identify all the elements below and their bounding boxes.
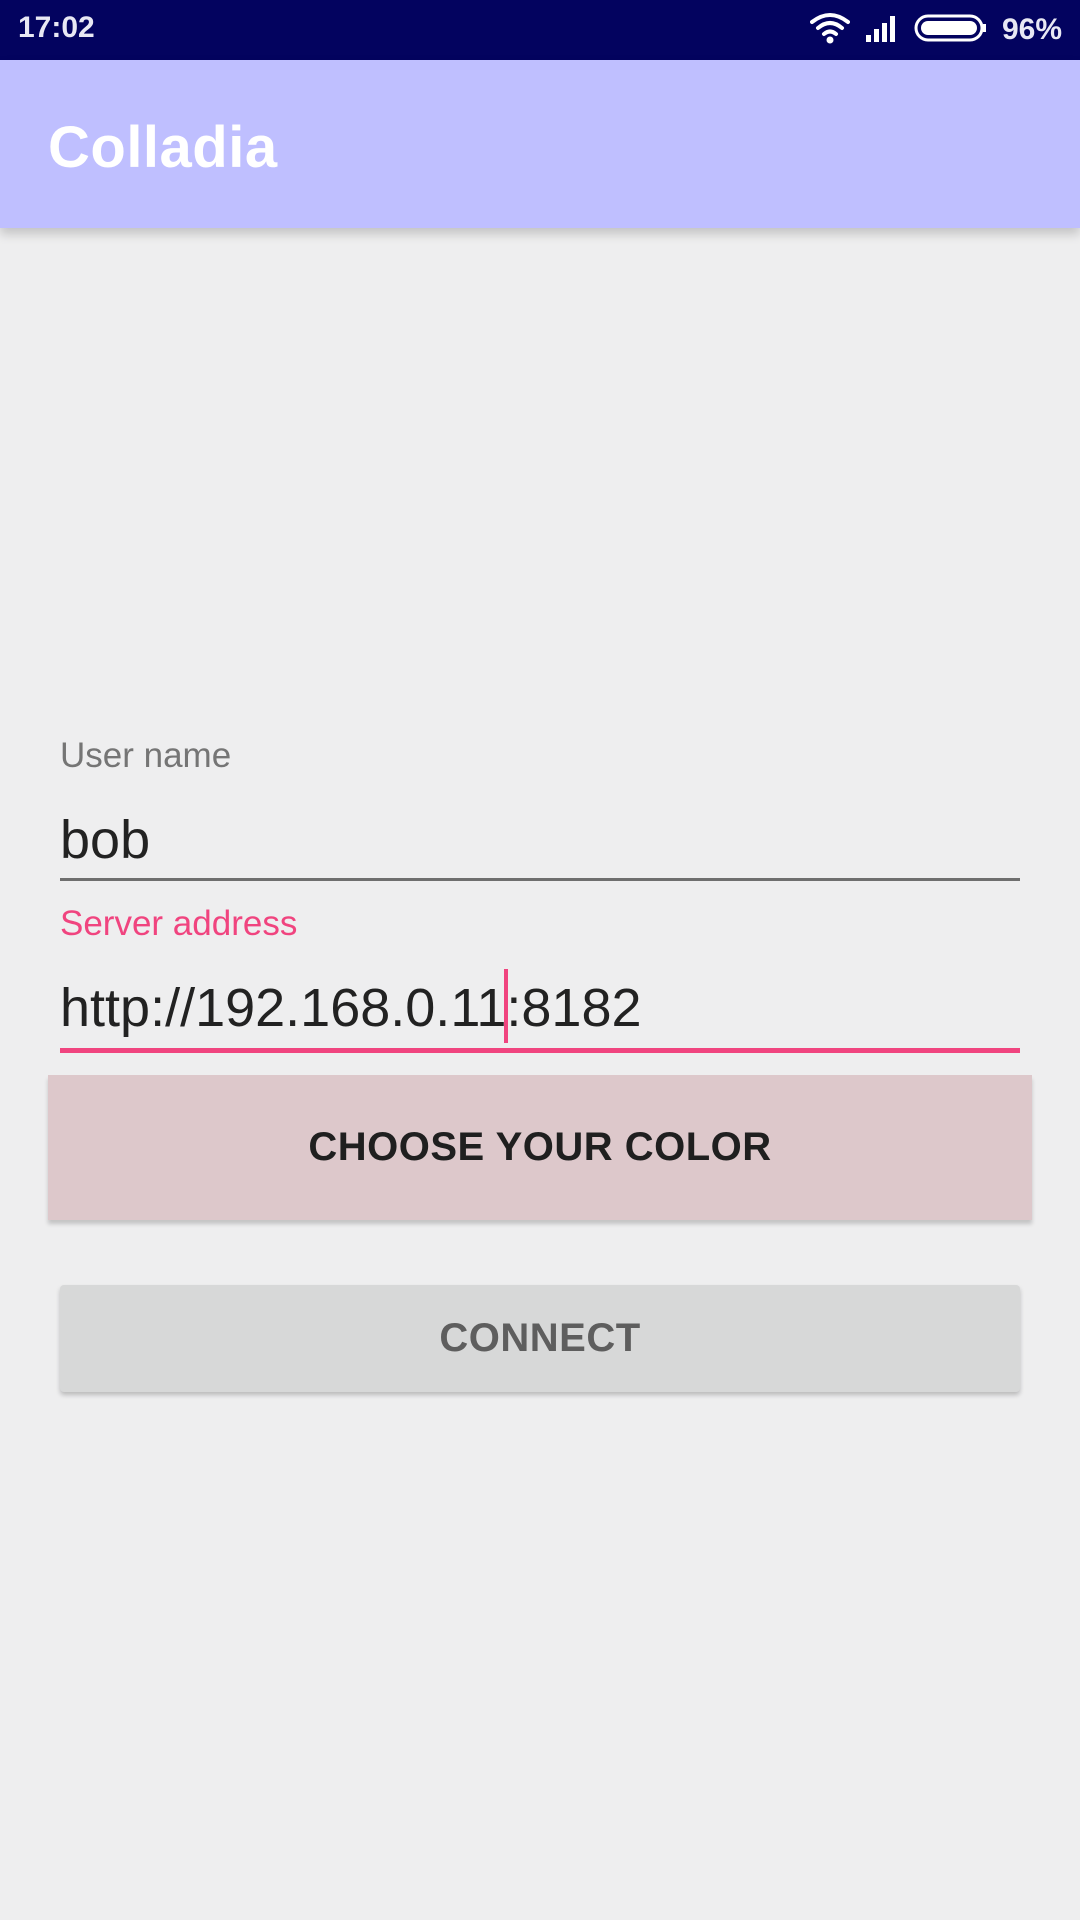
battery-icon <box>914 13 988 48</box>
connect-button[interactable]: CONNECT <box>60 1285 1020 1392</box>
text-caret <box>504 968 509 1043</box>
status-icons: 96% <box>809 10 1062 50</box>
server-address-label: Server address <box>60 904 298 943</box>
server-address-input[interactable]: http://192.168.0.11:8182 <box>60 968 1020 1048</box>
status-time: 17:02 <box>18 11 95 44</box>
username-input[interactable]: bob <box>60 800 1020 880</box>
server-address-value-after-caret: :8182 <box>506 978 642 1038</box>
username-value: bob <box>60 810 151 870</box>
app-title: Colladia <box>48 115 278 180</box>
choose-color-button[interactable]: CHOOSE YOUR COLOR <box>48 1075 1032 1220</box>
battery-percentage: 96% <box>1001 13 1062 46</box>
app-bar: Colladia <box>0 60 1080 228</box>
signal-icon <box>864 13 900 48</box>
status-bar: 17:02 96% <box>0 0 1080 60</box>
server-address-value-before-caret: http://192.168.0.11 <box>60 978 507 1038</box>
username-underline <box>60 878 1020 881</box>
server-address-underline <box>60 1048 1020 1053</box>
username-label: User name <box>60 736 232 775</box>
wifi-icon <box>809 12 850 49</box>
